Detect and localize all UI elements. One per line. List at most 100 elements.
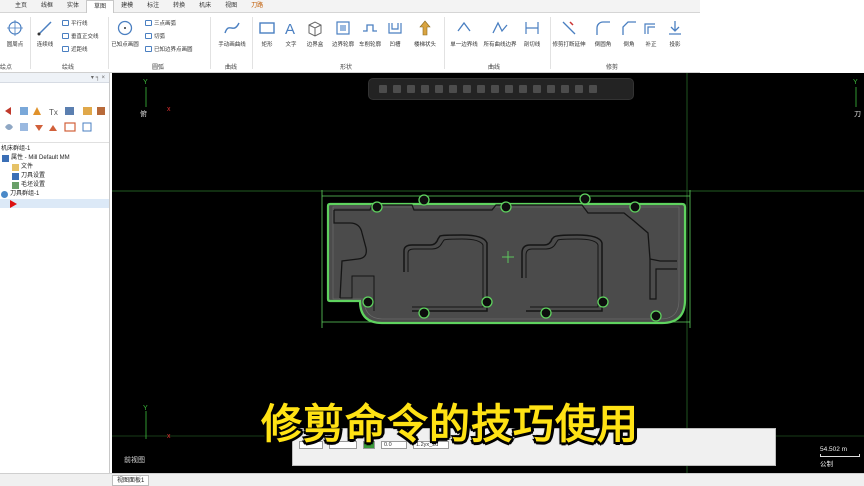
tree-properties[interactable]: 属性 - Mill Default MM	[0, 154, 109, 163]
tree-machine-group[interactable]: 机床群组-1	[0, 145, 109, 154]
quick-tool-icon[interactable]	[435, 85, 443, 93]
circle-icon	[117, 20, 133, 36]
quick-tool-icon[interactable]	[589, 85, 597, 93]
operation-tree: 机床群组-1 属性 - Mill Default MM 文件 刀具设置 毛坯设置…	[0, 143, 109, 208]
parallel-icon	[62, 20, 69, 26]
quick-tool-icon[interactable]	[533, 85, 541, 93]
insert-arrow-icon	[10, 199, 17, 208]
view-label-right: 刀	[854, 111, 861, 118]
tree-toolpath-group[interactable]: 刀具群组-1	[0, 190, 109, 199]
three-point-arc-button[interactable]: 三点画弧	[145, 19, 176, 27]
tab-home[interactable]: 主页	[8, 0, 34, 13]
group-label-curves: 曲线	[225, 65, 238, 71]
tab-wireframe[interactable]: 线框	[34, 0, 60, 13]
tangent-arc-button[interactable]: 切弧	[145, 32, 165, 40]
boundary-profile-button[interactable]: 边界轮廓	[328, 19, 358, 48]
near-line-button[interactable]: 近距线	[62, 45, 88, 53]
circle-button[interactable]: 已知点画圆	[110, 19, 140, 48]
trim-extend-button[interactable]: 修剪打断延伸	[552, 19, 586, 48]
scale-indicator: 54.502 m 公制	[820, 446, 864, 468]
view-label-front: 前视图	[124, 457, 145, 464]
quick-tool-icon[interactable]	[561, 85, 569, 93]
tab-toolpaths[interactable]: 刀路	[244, 0, 270, 13]
line-button[interactable]: 连续线	[30, 19, 60, 48]
properties-icon	[2, 155, 9, 162]
tab-view[interactable]: 视图	[218, 0, 244, 13]
axis-y-label-top: Y	[143, 79, 148, 86]
all-boundary-icon	[492, 21, 508, 34]
tree-stock-setup[interactable]: 毛坯设置	[0, 181, 109, 190]
edge-circle-icon	[145, 46, 152, 52]
toolpath-toolbar-icons[interactable]: Tx	[3, 105, 107, 141]
quick-tool-icon[interactable]	[393, 85, 401, 93]
tab-machine[interactable]: 机床	[192, 0, 218, 13]
toolpath-manager: ▾ ╕ × Tx 机床群组-1 属性 - Mill Default MM 文件 …	[0, 73, 110, 473]
quick-tool-icon[interactable]	[407, 85, 415, 93]
svg-text:x: x	[167, 433, 171, 440]
tree-tool-settings[interactable]: 刀具设置	[0, 172, 109, 181]
view-label-top: 俯	[140, 111, 147, 118]
trim-icon	[562, 21, 576, 35]
video-caption: 修剪命令的技巧使用	[261, 400, 639, 448]
quick-tool-icon[interactable]	[463, 85, 471, 93]
line-icon	[37, 21, 52, 36]
group-label-lines: 绘线	[62, 65, 75, 71]
manual-spline-button[interactable]: 手动画曲线	[215, 19, 249, 48]
ribbon-right-area	[700, 0, 864, 73]
tree-insert-arrow[interactable]	[0, 199, 109, 208]
lathe-profile-icon	[363, 24, 377, 32]
quick-tool-icon[interactable]	[379, 85, 387, 93]
edge-point-circle-button[interactable]: 已知边界点画圆	[145, 45, 193, 53]
quick-tool-icon[interactable]	[505, 85, 513, 93]
tree-files[interactable]: 文件	[0, 163, 109, 172]
bounding-box-button[interactable]: 边界盒	[300, 19, 330, 48]
single-boundary-button[interactable]: 单一边界线	[448, 19, 480, 48]
parallel-line-button[interactable]: 平行线	[62, 19, 88, 27]
quick-tool-icon[interactable]	[421, 85, 429, 93]
status-bar: 视图面板1	[0, 473, 864, 486]
svg-text:A: A	[285, 21, 295, 37]
quick-view-toolbar[interactable]	[368, 78, 634, 100]
project-button[interactable]: 投影	[660, 19, 690, 48]
quick-tool-icon[interactable]	[449, 85, 457, 93]
offset-icon	[644, 23, 655, 34]
quick-tool-icon[interactable]	[491, 85, 499, 93]
quick-tool-icon[interactable]	[477, 85, 485, 93]
svg-text:Tx: Tx	[49, 108, 58, 117]
quick-tool-icon[interactable]	[519, 85, 527, 93]
app-window: 主页 线框 实体 草图 建模 标注 转换 机床 视图 刀路 圆周点 连续线 平行…	[0, 0, 864, 486]
box-icon	[308, 21, 322, 37]
perpendicular-icon	[62, 33, 69, 39]
perpendicular-line-button[interactable]: 垂直正交线	[62, 32, 99, 40]
tab-modeling[interactable]: 建模	[114, 0, 140, 13]
tab-dimension[interactable]: 标注	[140, 0, 166, 13]
stair-icon	[419, 20, 431, 36]
axis-y-label-right: Y	[853, 79, 858, 86]
cut-line-button[interactable]: 剖切线	[517, 19, 547, 48]
axis-x-marker: x	[167, 106, 171, 113]
viewsheet-tab[interactable]: 视图面板1	[112, 475, 150, 486]
folder-icon	[12, 164, 19, 171]
panel-header: ▾ ╕ ×	[0, 73, 109, 83]
ribbon-tabs: 主页 线框 实体 草图 建模 标注 转换 机床 视图 刀路	[0, 0, 700, 13]
boundary-profile-icon	[336, 21, 350, 35]
tab-solids[interactable]: 实体	[60, 0, 86, 13]
group-label-shapes: 形状	[340, 65, 353, 71]
stair-head-button[interactable]: 楼梯状头	[410, 19, 440, 48]
group-label-modify: 修剪	[606, 65, 619, 71]
point-icon	[7, 20, 23, 36]
groove-icon	[388, 23, 402, 34]
quick-tool-icon[interactable]	[547, 85, 555, 93]
tangent-arc-icon	[145, 33, 152, 39]
cut-line-icon	[525, 22, 539, 34]
fillet-icon	[596, 21, 610, 35]
toolpath-group-icon	[1, 191, 8, 198]
all-boundary-button[interactable]: 所有曲线边界	[484, 19, 517, 48]
tab-transform[interactable]: 转换	[166, 0, 192, 13]
stock-icon	[12, 182, 19, 189]
tab-sketch[interactable]: 草图	[86, 0, 115, 13]
groove-button[interactable]: 凹槽	[380, 19, 410, 48]
single-boundary-icon	[457, 21, 471, 32]
points-button[interactable]: 圆周点	[0, 19, 30, 48]
quick-tool-icon[interactable]	[575, 85, 583, 93]
